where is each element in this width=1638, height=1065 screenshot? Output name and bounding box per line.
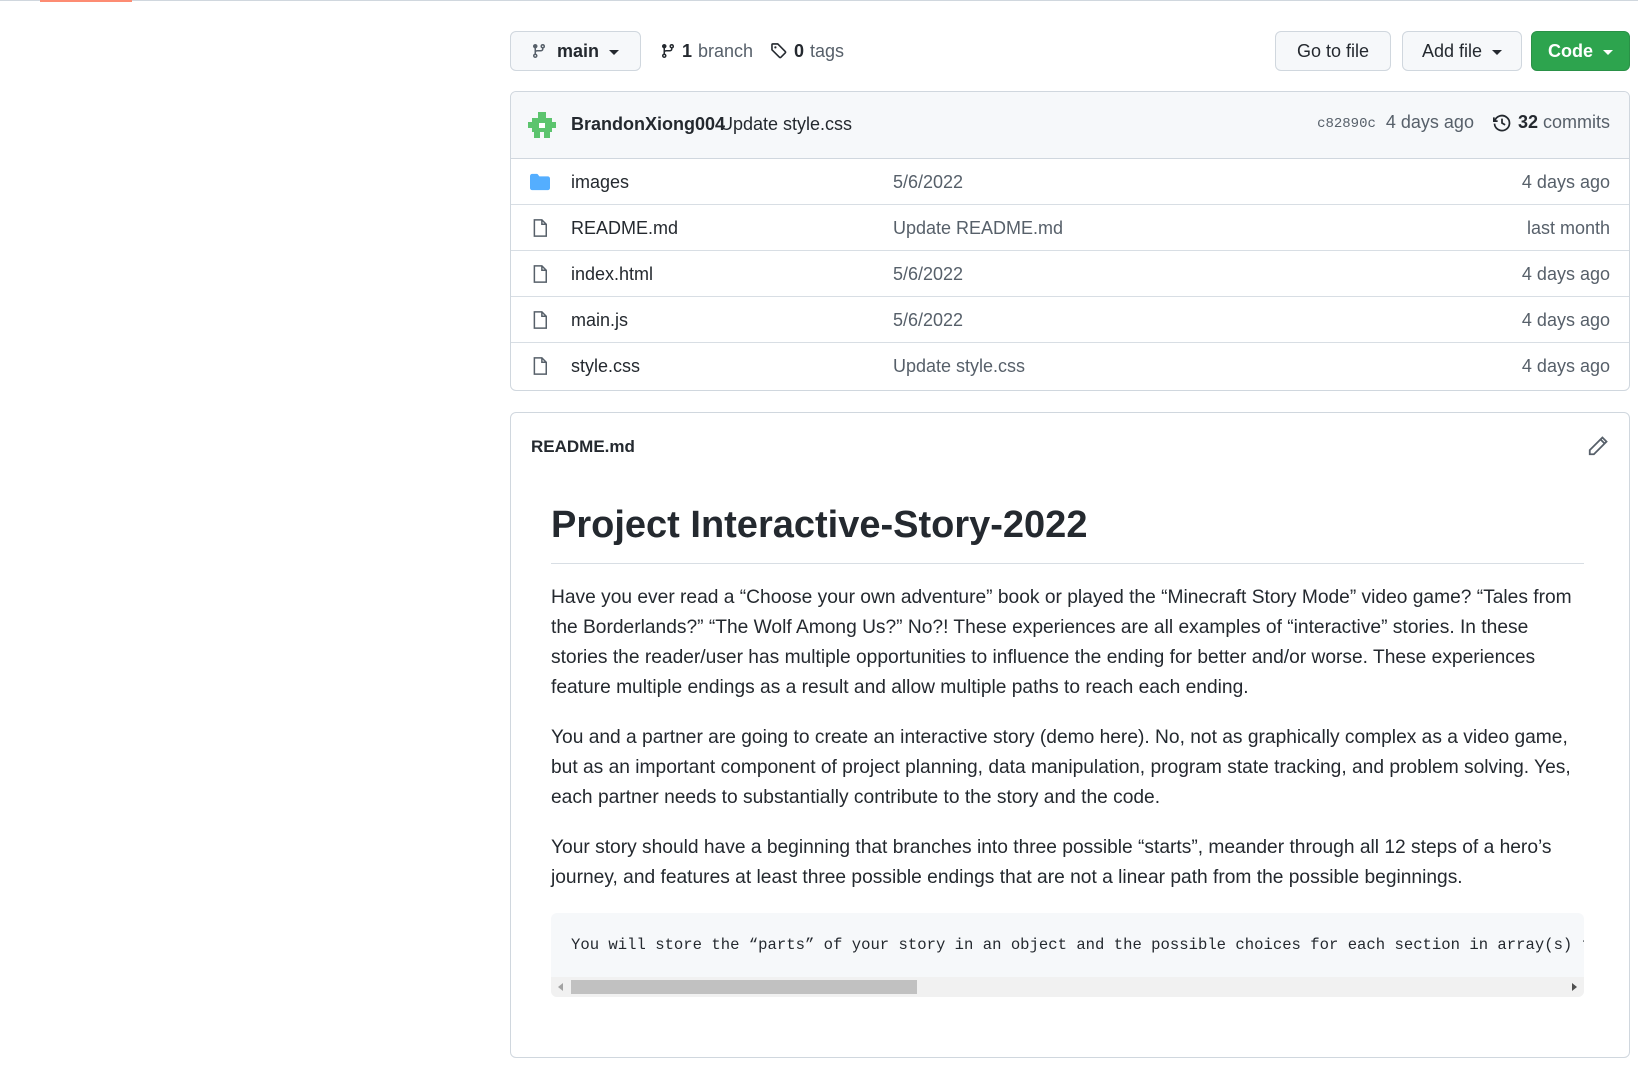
readme-filename[interactable]: README.md <box>531 437 635 457</box>
file-commit-message[interactable]: Update README.md <box>893 218 1063 239</box>
folder-icon <box>530 172 550 192</box>
readme-paragraph: Have you ever read a “Choose your own ad… <box>551 586 1572 698</box>
commit-label: commits <box>1543 112 1610 132</box>
code-button[interactable]: Code <box>1531 31 1630 71</box>
chevron-down-icon <box>1603 49 1613 55</box>
code-block: You will store the “parts” of your story… <box>551 912 1584 997</box>
scroll-right-arrow[interactable] <box>1572 982 1577 991</box>
branch-name: main <box>557 40 600 61</box>
file-age: last month <box>1526 218 1610 238</box>
commit-details: c82890c 4 days ago 32 commits <box>1317 112 1610 133</box>
tag-icon <box>771 43 787 59</box>
readme-panel: README.md Project Interactive-Story-2022… <box>510 412 1630 1058</box>
readme-title: Project Interactive-Story-2022 <box>551 503 1584 564</box>
file-row[interactable]: main.js 5/6/2022 4 days ago <box>511 297 1629 343</box>
code-text: You will store the “parts” of your story… <box>571 935 1584 954</box>
chevron-down-icon <box>1492 49 1503 55</box>
go-to-file-label: Go to file <box>1296 40 1370 61</box>
active-tab-underline <box>40 0 132 2</box>
commit-message[interactable]: Update style.css <box>720 114 852 135</box>
history-icon <box>1492 114 1511 131</box>
file-row[interactable]: README.md Update README.md last month <box>511 205 1629 251</box>
file-commit-message[interactable]: 5/6/2022 <box>893 172 963 193</box>
tags-link[interactable]: 0 tags <box>770 31 844 71</box>
branch-count: 1 <box>682 40 693 61</box>
scrollbar-thumb[interactable] <box>571 979 917 994</box>
branch-select-button[interactable]: main <box>510 31 641 71</box>
file-age: 4 days ago <box>1521 264 1610 284</box>
file-name[interactable]: style.css <box>571 356 640 377</box>
file-row[interactable]: images 5/6/2022 4 days ago <box>511 159 1629 205</box>
file-browser: BrandonXiong004 Update style.css c82890c… <box>510 91 1630 391</box>
avatar[interactable] <box>528 110 556 138</box>
chevron-down-icon <box>609 49 620 55</box>
file-commit-message[interactable]: Update style.css <box>893 356 1025 377</box>
file-name[interactable]: README.md <box>571 218 678 239</box>
readme-content: Project Interactive-Story-2022 Have you … <box>551 503 1584 997</box>
code-label: Code <box>1548 40 1593 61</box>
readme-paragraph: Your story should have a beginning that … <box>551 836 1552 888</box>
tag-count: 0 <box>794 40 805 61</box>
file-age: 4 days ago <box>1521 310 1610 330</box>
add-file-label: Add file <box>1421 40 1483 61</box>
readme-paragraph: You and a partner are going to create an… <box>551 726 1571 808</box>
file-name[interactable]: images <box>571 172 629 193</box>
add-file-button[interactable]: Add file <box>1402 31 1522 71</box>
file-commit-message[interactable]: 5/6/2022 <box>893 264 963 285</box>
file-list: images 5/6/2022 4 days ago README.md Update … <box>511 159 1629 389</box>
commit-sha[interactable]: c82890c <box>1317 116 1376 132</box>
scroll-left-arrow[interactable] <box>558 982 563 991</box>
file-icon <box>530 264 550 284</box>
horizontal-scrollbar[interactable] <box>551 976 1584 997</box>
branches-link[interactable]: 1 branch <box>660 31 753 71</box>
latest-commit-bar: BrandonXiong004 Update style.css c82890c… <box>511 92 1629 159</box>
file-age: 4 days ago <box>1521 356 1610 376</box>
go-to-file-button[interactable]: Go to file <box>1275 31 1391 71</box>
git-branch-icon <box>532 44 545 59</box>
file-icon <box>530 310 550 330</box>
repo-toolbar: main 1 branch 0 tags Go to file Add file… <box>510 31 1630 71</box>
git-branch-icon <box>661 44 674 59</box>
file-commit-message[interactable]: 5/6/2022 <box>893 310 963 331</box>
branch-label: branch <box>698 40 754 61</box>
commit-age: 4 days ago <box>1385 112 1474 132</box>
file-row[interactable]: index.html 5/6/2022 4 days ago <box>511 251 1629 297</box>
file-name[interactable]: index.html <box>571 264 653 285</box>
commit-author[interactable]: BrandonXiong004 <box>571 114 725 135</box>
file-icon <box>530 356 550 376</box>
commits-link[interactable]: 32 commits <box>1492 112 1610 133</box>
tag-label: tags <box>810 40 845 61</box>
header-divider <box>0 0 1638 1</box>
file-icon <box>530 218 550 238</box>
file-row[interactable]: style.css Update style.css 4 days ago <box>511 343 1629 389</box>
file-name[interactable]: main.js <box>571 310 628 331</box>
pencil-icon[interactable] <box>1587 435 1609 457</box>
file-age: 4 days ago <box>1521 172 1610 192</box>
commit-count: 32 <box>1517 112 1538 132</box>
